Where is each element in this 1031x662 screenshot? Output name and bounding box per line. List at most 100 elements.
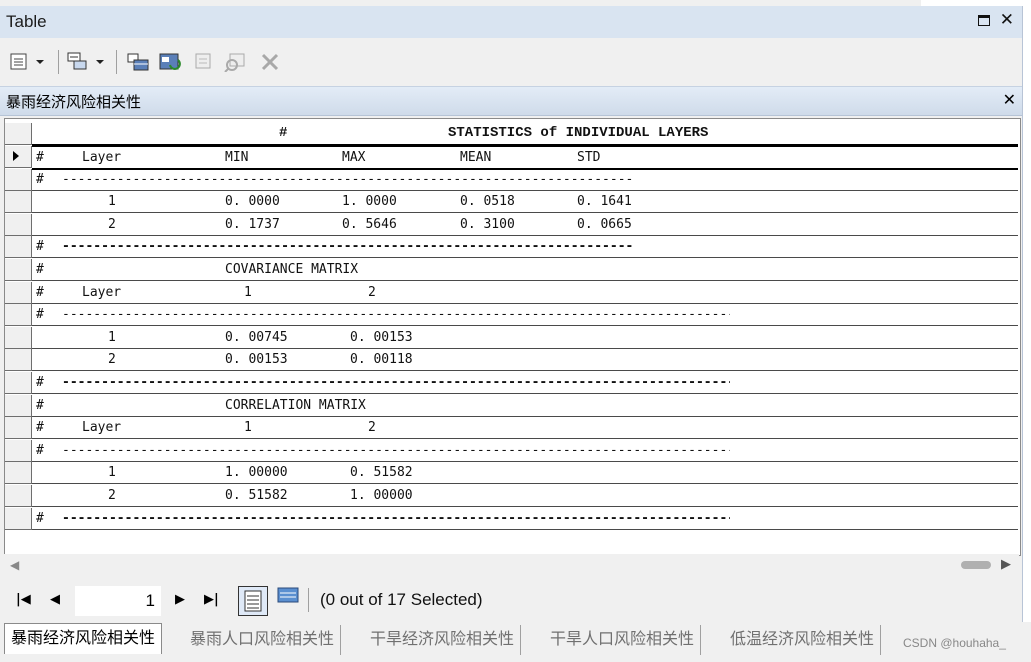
table-row[interactable]: 1 1. 00000 0. 51582 [5, 462, 1018, 485]
table-cell: 1. 0000 [342, 194, 397, 210]
row-selector[interactable] [5, 326, 32, 349]
horizontal-scrollbar[interactable]: ◀ ▶ [4, 554, 1019, 576]
watermark: CSDN @houhaha_ [903, 636, 1006, 650]
table-cell: 1 [108, 194, 116, 210]
scroll-right-icon[interactable]: ▶ [1001, 557, 1011, 572]
maximize-icon[interactable] [978, 15, 990, 26]
table-row[interactable]: # COVARIANCE MATRIX [5, 259, 1018, 281]
table-options-icon[interactable] [10, 52, 46, 72]
table-cell: 2 [368, 284, 376, 300]
row-selector[interactable] [5, 281, 32, 304]
row-selector[interactable] [5, 168, 32, 191]
last-record-icon[interactable]: ▶| [204, 592, 219, 607]
table-cell: # [36, 420, 44, 436]
tab-2[interactable]: 暴雨人口风险相关性 [184, 625, 342, 655]
scroll-left-icon[interactable]: ◀ [10, 558, 19, 572]
header-corner [5, 123, 32, 145]
table-row[interactable]: # ---------------------------------------… [5, 439, 1018, 462]
separator-line: ----------------------------------------… [62, 171, 632, 187]
table-row[interactable]: # ---------------------------------------… [5, 304, 1018, 327]
tab-3[interactable]: 干旱经济风险相关性 [364, 625, 522, 655]
table-row[interactable]: 2 0. 00153 0. 00118 [5, 349, 1018, 372]
row-selector[interactable] [5, 507, 32, 530]
table-cell: 2 [108, 352, 116, 368]
row-selector[interactable] [5, 304, 32, 327]
table-row[interactable]: # ---------------------------------------… [5, 168, 1018, 191]
show-all-records-icon[interactable] [238, 586, 268, 616]
table-cell: 0. 1641 [577, 194, 632, 210]
record-navigation-bar: |◀ ◀ 1 ▶ ▶| (0 out of 17 Selected) [0, 578, 1022, 622]
table-cell: 0. 00118 [350, 352, 413, 368]
row-selector[interactable] [5, 146, 32, 168]
row-selector[interactable] [5, 349, 32, 372]
attribute-table-grid[interactable]: # STATISTICS of INDIVIDUAL LAYERS # Layer… [4, 118, 1021, 556]
table-cell: # [36, 510, 44, 526]
delete-selected-icon[interactable] [260, 52, 280, 72]
table-cell: 0. 51582 [350, 465, 413, 481]
tab-5[interactable]: 低温经济风险相关性 [724, 625, 882, 655]
separator-line: ----------------------------------------… [62, 375, 730, 390]
table-cell: # [36, 171, 44, 187]
toolbar-separator [58, 50, 59, 74]
table-row[interactable]: # Layer MIN MAX MEAN STD [5, 145, 1018, 170]
separator-line: ----------------------------------------… [62, 239, 632, 255]
table-row[interactable]: 2 0. 51582 1. 00000 [5, 485, 1018, 507]
scroll-thumb[interactable] [961, 561, 991, 569]
table-cell: Layer [82, 420, 122, 436]
row-selector[interactable] [5, 236, 32, 259]
window-title: Table [6, 12, 47, 31]
row-selector[interactable] [5, 394, 32, 417]
table-header-row: # STATISTICS of INDIVIDUAL LAYERS [5, 123, 1018, 146]
close-table-icon[interactable]: ✕ [1003, 90, 1016, 109]
current-record-input[interactable]: 1 [75, 586, 161, 616]
table-cell: MIN [225, 150, 249, 165]
table-cell: MEAN [460, 150, 492, 165]
table-cell: COVARIANCE MATRIX [225, 262, 359, 277]
switch-selection-icon[interactable] [158, 52, 184, 72]
table-toolbar [0, 40, 1022, 84]
row-selector[interactable] [5, 417, 32, 440]
table-cell: MAX [342, 150, 366, 165]
table-row[interactable]: # CORRELATION MATRIX [5, 394, 1018, 417]
row-selector[interactable] [5, 191, 32, 214]
toolbar-separator [116, 50, 117, 74]
show-selected-records-icon[interactable] [276, 586, 300, 608]
table-cell: 1 [108, 329, 116, 345]
table-cell: 0. 00153 [350, 329, 413, 345]
table-cell: Layer [82, 284, 122, 300]
next-record-icon[interactable]: ▶ [175, 592, 185, 607]
table-row[interactable]: # ---------------------------------------… [5, 236, 1018, 259]
related-tables-icon[interactable] [66, 52, 106, 72]
table-row[interactable]: # Layer 1 2 [5, 417, 1018, 440]
row-selector[interactable] [5, 372, 32, 394]
select-by-attributes-icon[interactable] [126, 52, 152, 72]
previous-record-icon[interactable]: ◀ [50, 592, 60, 607]
selection-status: (0 out of 17 Selected) [320, 590, 483, 609]
row-selector[interactable] [5, 462, 32, 485]
tab-1[interactable]: 暴雨经济风险相关性 [4, 623, 163, 654]
table-row[interactable]: # ---------------------------------------… [5, 507, 1018, 530]
table-row[interactable]: 2 0. 1737 0. 5646 0. 3100 0. 0665 [5, 213, 1018, 236]
table-row[interactable]: 1 0. 00745 0. 00153 [5, 326, 1018, 349]
tab-4[interactable]: 干旱人口风险相关性 [544, 625, 702, 655]
clear-selection-icon[interactable] [194, 52, 216, 72]
row-selector[interactable] [5, 213, 32, 236]
close-icon[interactable]: ✕ [1000, 10, 1014, 30]
title-bar: Table ✕ [0, 6, 1022, 38]
table-cell: 1. 00000 [350, 488, 413, 503]
zoom-to-selected-icon[interactable] [224, 52, 248, 72]
row-selector[interactable] [5, 485, 32, 507]
table-cell: 0. 00745 [225, 329, 288, 345]
row-selector[interactable] [5, 259, 32, 281]
row-selector[interactable] [5, 439, 32, 462]
table-row[interactable]: 1 0. 0000 1. 0000 0. 0518 0. 1641 [5, 191, 1018, 214]
table-row[interactable]: # Layer 1 2 [5, 281, 1018, 304]
table-cell: # [36, 397, 44, 413]
table-cell: 2 [368, 420, 376, 436]
first-record-icon[interactable]: |◀ [16, 592, 31, 607]
table-cell: STD [577, 150, 601, 165]
table-cell: Layer [82, 150, 122, 165]
separator-line: ----------------------------------------… [62, 442, 730, 458]
table-row[interactable]: # ---------------------------------------… [5, 372, 1018, 394]
table-cell: # [36, 150, 44, 165]
